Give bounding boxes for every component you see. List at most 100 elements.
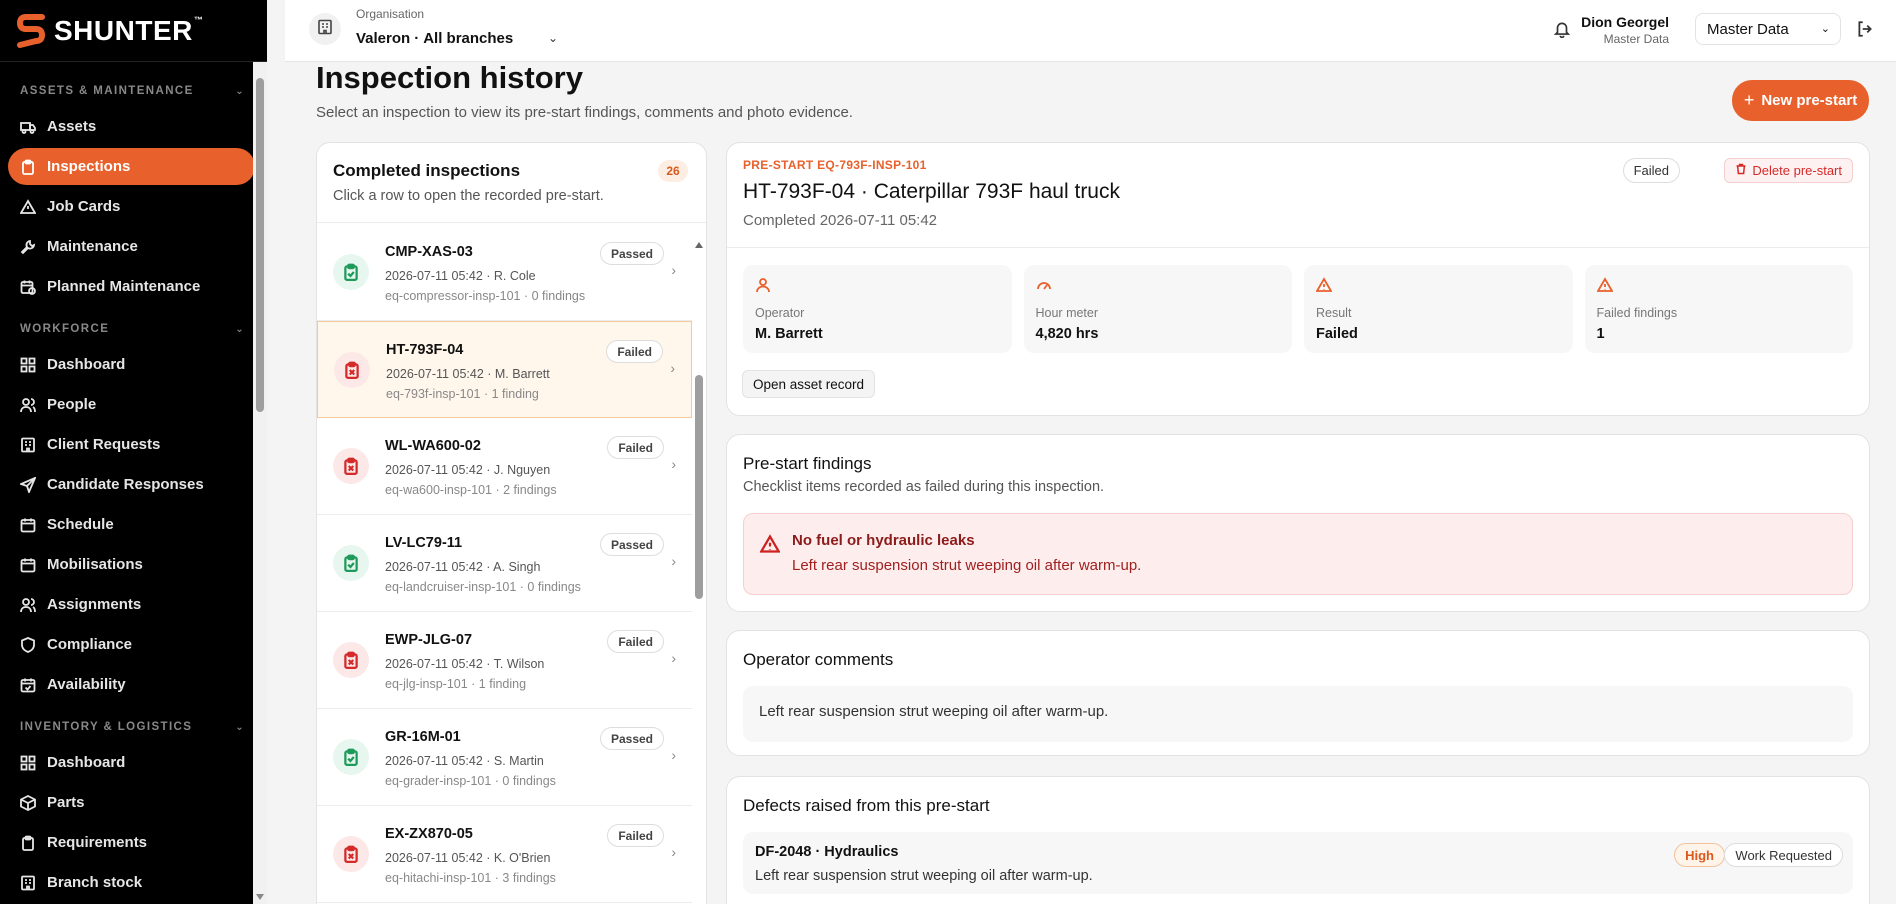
inspection-row[interactable]: GR-16M-01 2026-07-11 05:42 · S. Martin e… xyxy=(317,709,692,806)
organisation-button[interactable] xyxy=(309,13,341,45)
sidebar-item-parts[interactable]: Parts xyxy=(8,784,255,821)
list-scrollbar[interactable] xyxy=(692,224,706,904)
sidebar-item-branch-stock[interactable]: Branch stock xyxy=(8,864,255,901)
status-badge: Passed xyxy=(599,727,664,750)
sidebar-item-candidate-responses[interactable]: Candidate Responses xyxy=(8,466,255,503)
finding-title: No fuel or hydraulic leaks xyxy=(792,532,975,549)
calendar-check-icon xyxy=(20,677,36,693)
sidebar-item-schedule[interactable]: Schedule xyxy=(8,506,255,543)
clipboard-check-icon xyxy=(333,739,369,775)
user-icon xyxy=(755,277,771,297)
role-select[interactable]: Master Data ⌄ xyxy=(1695,13,1841,45)
chevron-down-icon: ⌄ xyxy=(1820,23,1830,35)
sidebar-item-maintenance[interactable]: Maintenance xyxy=(8,228,255,265)
completed-inspections-panel: Completed inspections Click a row to ope… xyxy=(316,142,707,904)
organisation-label: Organisation xyxy=(356,7,425,21)
defect-status-badge: Work Requested xyxy=(1724,843,1843,867)
chevron-down-icon: ⌄ xyxy=(235,85,245,97)
bell-icon[interactable] xyxy=(1553,20,1571,42)
stat-value: Failed xyxy=(1316,326,1358,342)
chevron-down-icon[interactable]: ⌄ xyxy=(548,31,558,45)
divider xyxy=(727,247,1869,248)
asset-code: WL-WA600-02 xyxy=(385,438,481,454)
sidebar-item-requirements[interactable]: Requirements xyxy=(8,824,255,861)
new-pre-start-button[interactable]: + New pre-start xyxy=(1732,80,1869,121)
clipboard-icon xyxy=(20,159,36,175)
sidebar-item-people[interactable]: People xyxy=(8,386,255,423)
inspection-sub: eq-grader-insp-101 · 0 findings xyxy=(385,774,556,788)
completed-at: Completed 2026-07-11 05:42 xyxy=(743,212,938,229)
brand-name: SHUNTER™ xyxy=(54,14,204,46)
inspection-row[interactable]: WL-WA600-02 2026-07-11 05:42 · J. Nguyen… xyxy=(317,418,692,515)
scroll-down-arrow-icon[interactable] xyxy=(256,894,264,900)
sidebar-item-client-requests[interactable]: Client Requests xyxy=(8,426,255,463)
defect-row[interactable]: DF-2048 · Hydraulics Left rear suspensio… xyxy=(743,832,1853,894)
stat-operator: Operator M. Barrett xyxy=(743,265,1012,353)
inspection-sub: eq-793f-insp-101 · 1 finding xyxy=(386,387,539,401)
asset-code: EX-ZX870-05 xyxy=(385,826,473,842)
logout-icon[interactable] xyxy=(1856,20,1874,42)
scroll-up-arrow-icon[interactable] xyxy=(695,242,703,248)
stats-row: Operator M. Barrett Hour meter 4,820 hrs… xyxy=(743,265,1853,353)
people-icon xyxy=(20,397,36,413)
wrench-icon xyxy=(20,239,36,255)
warning-icon xyxy=(1315,277,1333,297)
inspection-row[interactable]: LV-LC79-11 2026-07-11 05:42 · A. Singh e… xyxy=(317,515,692,612)
warning-icon xyxy=(1595,277,1614,297)
organisation-select[interactable]: Valeron · All branches xyxy=(356,30,513,47)
inspection-meta: 2026-07-11 05:42 · A. Singh xyxy=(385,560,541,574)
user-name: Dion Georgel xyxy=(1581,14,1669,30)
sidebar-item-assignments[interactable]: Assignments xyxy=(8,586,255,623)
sidebar-item-inventory-dashboard[interactable]: Dashboard xyxy=(8,744,255,781)
chevron-right-icon: › xyxy=(671,747,676,763)
stat-hour-meter: Hour meter 4,820 hrs xyxy=(1023,265,1292,353)
chevron-down-icon: ⌄ xyxy=(235,721,245,733)
sidebar-item-availability[interactable]: Availability xyxy=(8,666,255,703)
brand-logo[interactable]: SHUNTER™ xyxy=(0,0,267,62)
status-badge: Passed xyxy=(599,242,664,265)
list-scroll-thumb[interactable] xyxy=(695,375,703,599)
inspection-sub: eq-wa600-insp-101 · 2 findings xyxy=(385,483,557,497)
send-icon xyxy=(20,476,36,493)
sidebar-item-inspections[interactable]: Inspections xyxy=(8,148,255,185)
sidebar-item-compliance[interactable]: Compliance xyxy=(8,626,255,663)
inspection-sub: eq-jlg-insp-101 · 1 finding xyxy=(385,677,527,691)
stat-value: 1 xyxy=(1596,326,1605,342)
inspection-sub: eq-hitachi-insp-101 · 3 findings xyxy=(385,871,556,885)
shield-icon xyxy=(20,636,36,653)
calendar-icon xyxy=(20,557,36,573)
detail-title: HT-793F-04 · Caterpillar 793F haul truck xyxy=(743,180,1120,203)
section-assets-maintenance[interactable]: ASSETS & MAINTENANCE ⌄ xyxy=(0,82,267,100)
sidebar-item-job-cards[interactable]: Job Cards xyxy=(8,188,255,225)
shunter-logo-icon xyxy=(16,13,46,48)
operator-comments-card: Operator comments Left rear suspension s… xyxy=(726,630,1870,756)
people-icon xyxy=(20,597,36,613)
section-inventory-logistics[interactable]: INVENTORY & LOGISTICS ⌄ xyxy=(0,718,267,736)
building-icon xyxy=(20,875,36,891)
sidebar-item-workforce-dashboard[interactable]: Dashboard xyxy=(8,346,255,383)
truck-icon xyxy=(20,119,36,135)
findings-title: Pre-start findings xyxy=(743,454,872,473)
comment-text: Left rear suspension strut weeping oil a… xyxy=(743,686,1853,742)
chevron-right-icon: › xyxy=(671,262,676,278)
page-title: Inspection history xyxy=(316,60,583,95)
sidebar-item-planned-maintenance[interactable]: Planned Maintenance xyxy=(8,268,255,305)
open-asset-record-button[interactable]: Open asset record xyxy=(742,370,876,398)
list-header: Completed inspections Click a row to ope… xyxy=(317,143,706,223)
sidebar-scrollbar[interactable] xyxy=(253,62,267,904)
delete-pre-start-button[interactable]: Delete pre-start xyxy=(1724,158,1853,183)
sidebar-item-mobilisations[interactable]: Mobilisations xyxy=(8,546,255,583)
inspection-row[interactable]: CMP-XAS-03 2026-07-11 05:42 · R. Cole eq… xyxy=(317,224,692,321)
asset-code: LV-LC79-11 xyxy=(385,535,463,551)
sidebar-scroll-thumb[interactable] xyxy=(256,78,264,412)
clipboard-x-icon xyxy=(333,448,369,484)
inspection-sub: eq-compressor-insp-101 · 0 findings xyxy=(385,289,586,303)
building-icon xyxy=(20,437,36,453)
inspection-row[interactable]: EWP-JLG-07 2026-07-11 05:42 · T. Wilson … xyxy=(317,612,692,709)
sidebar-item-assets[interactable]: Assets xyxy=(8,108,255,145)
user-profile[interactable]: Dion Georgel Master Data xyxy=(1581,14,1669,46)
inspection-row-selected[interactable]: HT-793F-04 2026-07-11 05:42 · M. Barrett… xyxy=(317,321,692,418)
clipboard-icon xyxy=(20,835,36,851)
inspection-row[interactable]: EX-ZX870-05 2026-07-11 05:42 · K. O'Brie… xyxy=(317,806,692,903)
section-workforce[interactable]: WORKFORCE ⌄ xyxy=(0,320,267,338)
